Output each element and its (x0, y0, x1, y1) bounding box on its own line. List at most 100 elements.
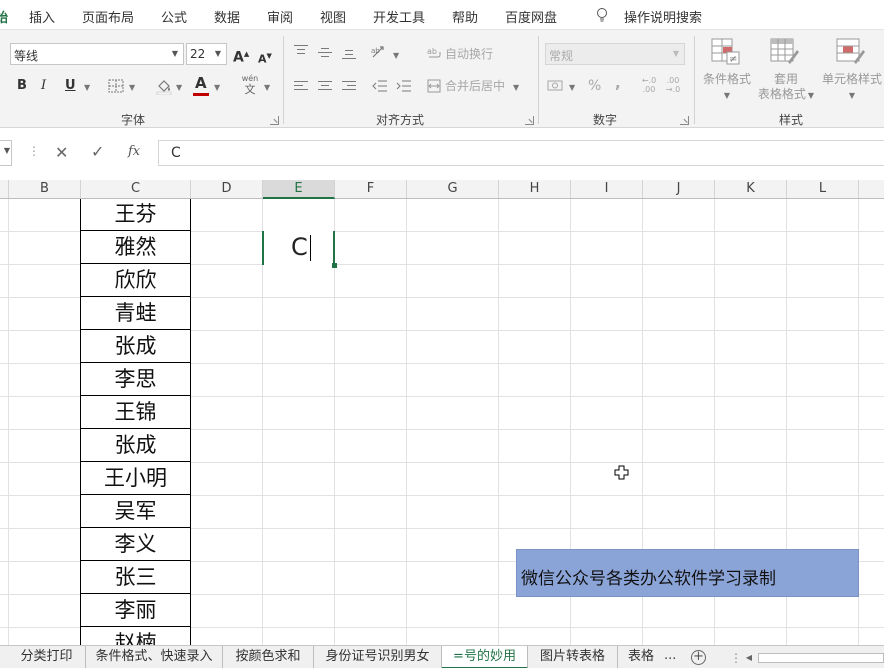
column-header-j[interactable]: J (643, 180, 715, 198)
name-cell[interactable]: 王芬 (80, 199, 191, 231)
menu-tab-view[interactable]: 视图 (320, 7, 346, 26)
orientation-dropdown[interactable]: ▼ (391, 46, 399, 64)
column-header-d[interactable]: D (191, 180, 263, 198)
underline-dropdown[interactable]: ▼ (82, 78, 90, 96)
align-left-icon[interactable] (294, 80, 310, 94)
tab-split-handle[interactable]: ⋮ (730, 651, 742, 665)
menu-tab-data[interactable]: 数据 (214, 7, 240, 26)
format-as-table-button[interactable]: 套用 表格格式 ▼ (756, 34, 816, 106)
menu-tab-home[interactable]: 始 (0, 7, 8, 26)
align-right-icon[interactable] (342, 80, 358, 94)
decrease-indent-icon[interactable] (372, 79, 388, 93)
menu-tab-insert[interactable]: 插入 (29, 7, 55, 26)
bottom-align-icon[interactable] (342, 48, 358, 62)
wrap-text-icon[interactable]: ab (427, 45, 441, 59)
number-format-select[interactable]: 常规 ▼ (545, 43, 685, 65)
increase-font-size-button[interactable]: A▲ (233, 46, 249, 66)
menu-tab-review[interactable]: 审阅 (267, 7, 293, 26)
percent-style-button[interactable]: % (588, 78, 601, 94)
currency-dropdown[interactable]: ▼ (567, 78, 575, 96)
sheet-tab-active[interactable]: =号的妙用 (442, 646, 528, 668)
formula-input[interactable]: C (158, 140, 884, 166)
merge-center-button[interactable]: 合并后居中 ▼ (445, 78, 519, 96)
active-cell-editor[interactable]: C (262, 231, 337, 268)
name-cell[interactable]: 赵楠 (80, 627, 191, 645)
worksheet-grid[interactable]: 王芬 雅然 欣欣 青蛙 张成 李思 王锦 张成 王小明 吴军 李义 张三 李丽 … (0, 199, 884, 645)
font-dialog-launcher[interactable] (270, 116, 279, 125)
font-color-dropdown[interactable]: ▼ (212, 78, 220, 96)
name-cell[interactable]: 青蛙 (80, 297, 191, 330)
name-cell[interactable]: 李思 (80, 363, 191, 396)
column-header-f[interactable]: F (335, 180, 407, 198)
scrollbar-track[interactable] (758, 653, 884, 663)
name-cell[interactable]: 李丽 (80, 594, 191, 627)
column-header-b[interactable]: B (9, 180, 81, 198)
name-box[interactable]: ▼ (0, 140, 12, 166)
column-header-l[interactable]: L (787, 180, 859, 198)
fill-color-dropdown[interactable]: ▼ (174, 78, 182, 96)
increase-indent-icon[interactable] (396, 79, 412, 93)
fill-handle[interactable] (332, 263, 337, 268)
horizontal-scrollbar[interactable]: ◀ (742, 650, 884, 665)
sheet-tab[interactable]: 图片转表格 (528, 646, 618, 668)
name-cell[interactable]: 王锦 (80, 396, 191, 429)
sheet-tab[interactable]: 按颜色求和 (223, 646, 314, 668)
phonetic-dropdown[interactable]: ▼ (262, 78, 270, 96)
name-cell[interactable]: 张成 (80, 429, 191, 462)
number-dialog-launcher[interactable] (680, 116, 689, 125)
bold-button[interactable]: B (17, 78, 27, 94)
name-cell[interactable]: 欣欣 (80, 264, 191, 297)
fill-color-icon[interactable] (155, 77, 173, 95)
formula-bar-grip[interactable]: ⋮ (28, 144, 40, 158)
column-header-c[interactable]: C (81, 180, 191, 198)
underline-button[interactable]: U (65, 78, 76, 94)
increase-decimal-button[interactable]: ←.0 .00 (640, 76, 658, 94)
conditional-format-button[interactable]: ≠ 条件格式 ▼ (697, 34, 757, 106)
borders-dropdown[interactable]: ▼ (127, 78, 135, 96)
font-color-button[interactable]: A (195, 75, 207, 91)
menu-tab-page-layout[interactable]: 页面布局 (82, 7, 134, 26)
name-cell[interactable]: 吴军 (80, 495, 191, 528)
insert-function-icon[interactable]: fx (128, 144, 140, 159)
align-center-icon[interactable] (318, 80, 334, 94)
wrap-text-button[interactable]: 自动换行 (445, 46, 493, 62)
menu-tab-formulas[interactable]: 公式 (161, 7, 187, 26)
sheet-tab[interactable]: 分类打印 (8, 646, 86, 668)
cell-styles-button[interactable]: 单元格样式 ▼ (820, 34, 884, 106)
menu-tab-help[interactable]: 帮助 (452, 7, 478, 26)
enter-icon[interactable]: ✓ (91, 142, 104, 161)
middle-align-icon[interactable] (318, 46, 334, 60)
cancel-icon[interactable]: ✕ (55, 143, 68, 162)
menu-tab-developer[interactable]: 开发工具 (373, 7, 425, 26)
sheet-tab[interactable]: 条件格式、快速录入 (86, 646, 223, 668)
name-cell[interactable]: 李义 (80, 528, 191, 561)
name-cell[interactable]: 王小明 (80, 462, 191, 495)
decrease-font-size-button[interactable]: A▼ (258, 48, 272, 68)
column-header-h[interactable]: H (499, 180, 571, 198)
name-cell[interactable]: 张三 (80, 561, 191, 594)
menu-tab-baidu-netdisk[interactable]: 百度网盘 (505, 7, 557, 26)
column-header-g[interactable]: G (407, 180, 499, 198)
scroll-left-icon[interactable]: ◀ (742, 650, 756, 665)
column-header-i[interactable]: I (571, 180, 643, 198)
column-header-partial[interactable] (0, 180, 9, 198)
font-size-select[interactable]: 22 ▼ (186, 43, 227, 65)
comma-style-button[interactable]: , (615, 75, 621, 91)
name-cell[interactable]: 雅然 (80, 231, 191, 264)
column-header-e[interactable]: E (263, 180, 335, 199)
name-cell[interactable]: 张成 (80, 330, 191, 363)
phonetic-guide-button[interactable]: wén 文 (240, 74, 260, 98)
decrease-decimal-button[interactable]: .00 →.0 (664, 76, 682, 94)
column-header-k[interactable]: K (715, 180, 787, 198)
italic-button[interactable]: I (41, 78, 46, 94)
alignment-dialog-launcher[interactable] (525, 116, 534, 125)
merge-center-icon[interactable] (427, 79, 441, 93)
top-align-icon[interactable] (294, 44, 310, 58)
font-name-select[interactable]: 等线 ▼ (10, 43, 184, 65)
borders-icon[interactable] (108, 79, 124, 93)
tell-me-search[interactable]: 操作说明搜索 (624, 7, 702, 26)
column-header-partial[interactable] (859, 180, 884, 198)
sheet-tab[interactable]: 表格 (618, 646, 660, 668)
orientation-icon[interactable]: ab (370, 44, 388, 60)
currency-icon[interactable] (547, 78, 565, 94)
